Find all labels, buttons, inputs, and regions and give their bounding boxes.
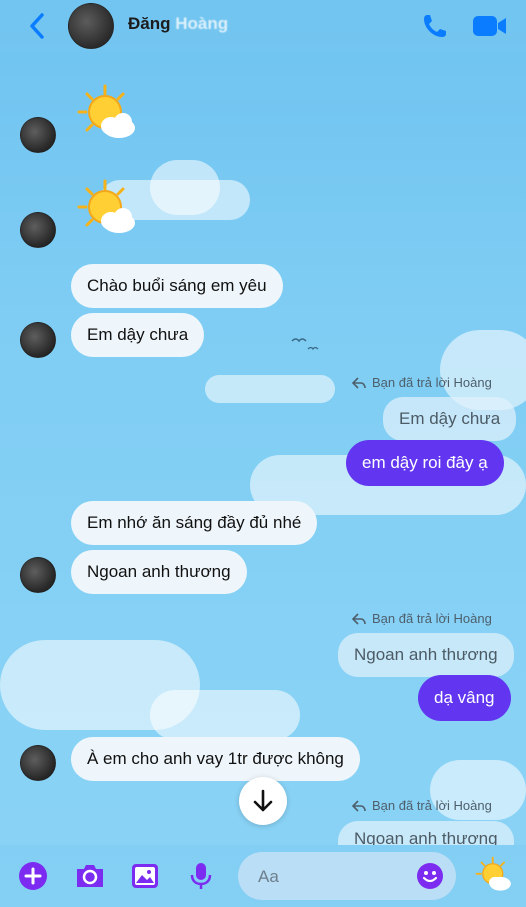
incoming-message[interactable]: Em nhớ ăn sáng đầy đủ nhé — [71, 501, 318, 545]
reply-indicator: Bạn đã trả lời Hoàng — [351, 798, 492, 813]
message-input[interactable]: Aa — [238, 852, 456, 900]
incoming-message[interactable]: À em cho anh vay 1tr được không — [71, 737, 360, 781]
sun-cloud-sticker[interactable] — [75, 177, 139, 241]
add-button[interactable] — [18, 861, 48, 891]
smiley-icon — [417, 863, 443, 889]
reply-arrow-icon — [351, 377, 366, 389]
voice-message-button[interactable] — [187, 861, 217, 891]
cloud-decoration — [205, 375, 335, 403]
back-button[interactable] — [24, 10, 52, 42]
birds-decoration — [291, 338, 319, 351]
video-call-button[interactable] — [472, 12, 508, 40]
emoji-button[interactable] — [416, 862, 444, 890]
quoted-message[interactable]: Em dậy chưa — [383, 397, 517, 441]
image-icon — [132, 864, 158, 888]
message-input-placeholder: Aa — [258, 867, 279, 886]
contact-last-name-blurred: Hoàng — [175, 14, 229, 33]
contact-avatar-small[interactable] — [20, 745, 56, 781]
plus-circle-icon — [19, 862, 47, 890]
reply-indicator: Bạn đã trả lời Hoàng — [351, 375, 492, 390]
quoted-message[interactable]: Ngoan anh thương — [338, 821, 514, 845]
message-composer: Aa — [0, 845, 526, 907]
incoming-message[interactable]: Chào buổi sáng em yêu — [71, 264, 283, 308]
incoming-message[interactable]: Ngoan anh thương — [71, 550, 247, 594]
reply-arrow-icon — [351, 613, 366, 625]
quick-reaction-button[interactable] — [474, 855, 514, 895]
camera-icon — [77, 865, 103, 887]
contact-first-name: Đăng — [128, 14, 171, 33]
quoted-message[interactable]: Ngoan anh thương — [338, 633, 514, 677]
reply-indicator-text: Bạn đã trả lời Hoàng — [372, 611, 492, 626]
voice-call-button[interactable] — [420, 11, 450, 41]
phone-icon — [424, 15, 446, 37]
arrow-down-icon — [253, 789, 273, 812]
sun-cloud-icon — [475, 856, 511, 891]
sun-cloud-sticker[interactable] — [75, 82, 139, 146]
reply-indicator-text: Bạn đã trả lời Hoàng — [372, 375, 492, 390]
reply-indicator-text: Bạn đã trả lời Hoàng — [372, 798, 492, 813]
chat-header: Đăng Hoàng — [0, 0, 526, 52]
cloud-decoration — [150, 160, 220, 215]
cloud-decoration — [150, 690, 300, 740]
reply-indicator: Bạn đã trả lời Hoàng — [351, 611, 492, 626]
camera-button[interactable] — [74, 861, 104, 891]
contact-avatar-small[interactable] — [20, 557, 56, 593]
contact-avatar-small[interactable] — [20, 117, 56, 153]
outgoing-message[interactable]: dạ vâng — [418, 675, 511, 721]
chevron-left-icon — [30, 13, 44, 39]
video-camera-icon — [473, 16, 506, 36]
contact-avatar[interactable] — [68, 3, 114, 49]
sun-cloud-icon — [77, 179, 135, 233]
outgoing-message[interactable]: em dậy roi đây ạ — [346, 440, 504, 486]
incoming-message[interactable]: Em dậy chưa — [71, 313, 205, 357]
microphone-icon — [190, 863, 212, 889]
contact-name[interactable]: Đăng Hoàng — [128, 14, 228, 34]
contact-avatar-small[interactable] — [20, 212, 56, 248]
contact-avatar-small[interactable] — [20, 322, 56, 358]
gallery-button[interactable] — [130, 861, 160, 891]
scroll-to-bottom-button[interactable] — [239, 777, 287, 825]
reply-arrow-icon — [351, 800, 366, 812]
sun-cloud-icon — [77, 84, 135, 138]
